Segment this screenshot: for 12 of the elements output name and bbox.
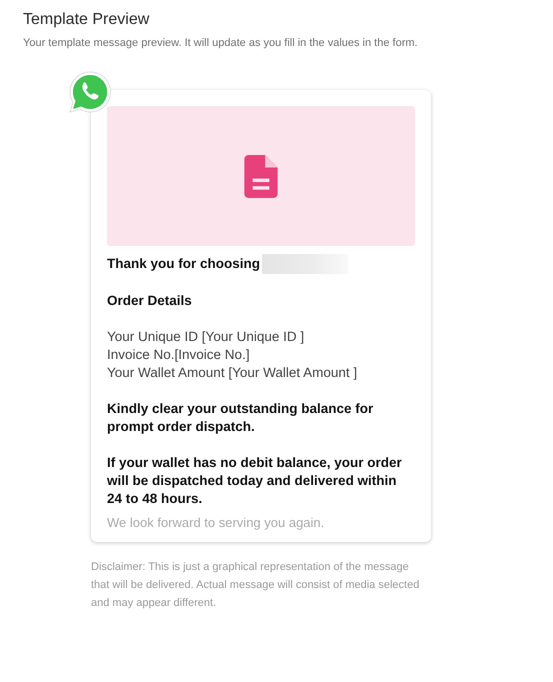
message-text: Your Wallet Amount [Your Wallet Amount ] (107, 364, 358, 382)
message-text: Invoice No.[Invoice No.] (107, 346, 251, 364)
message-footer: We look forward to serving you again. (107, 514, 415, 532)
message-text: Kindly clear your outstanding balance for prompt order dispatch. (107, 400, 374, 436)
message-text: Order Details (107, 292, 193, 310)
message-text: If your wallet has no debit balance, your order will be dispatched today and delivered within 24 to 48 hours. (107, 454, 403, 508)
document-icon (244, 154, 278, 198)
section-subtitle: Your template message preview. It will update as you fill in the values in the form. (23, 36, 419, 50)
message-text: Thank you for choosing (107, 255, 260, 273)
disclaimer-text: Disclaimer: This is just a graphical representation of the message that will be delivered. Actual message will consist of media selected and may appear different. (91, 560, 420, 611)
message-text: Your Unique ID [Your Unique ID ] (107, 328, 306, 346)
section-title: Template Preview (23, 10, 150, 30)
